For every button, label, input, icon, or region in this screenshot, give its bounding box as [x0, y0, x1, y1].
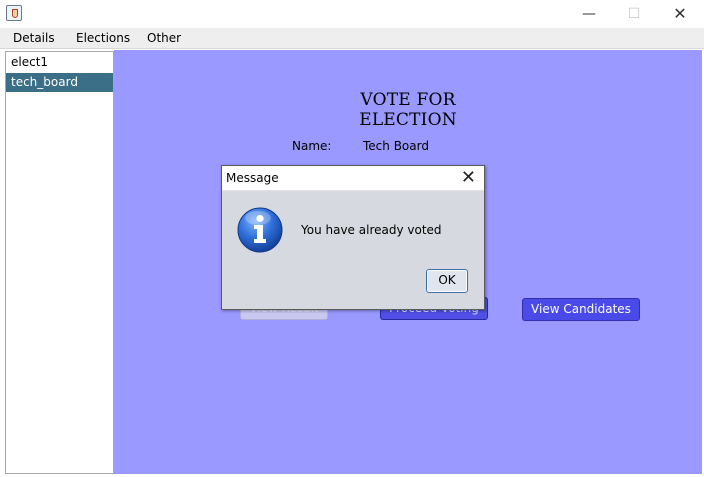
- dialog-title: Message: [226, 171, 279, 185]
- maximize-button[interactable]: ☐: [611, 0, 657, 28]
- name-value: Tech Board: [363, 139, 429, 153]
- menu-other[interactable]: Other: [147, 30, 181, 47]
- list-item-tech-board[interactable]: tech_board: [6, 73, 113, 92]
- dialog-close-icon[interactable]: ✕: [461, 167, 476, 189]
- dialog-titlebar: Message ✕: [222, 166, 484, 191]
- message-dialog: Message ✕ You have already voted OK: [221, 165, 485, 310]
- menu-bar: Details Elections Other: [0, 28, 704, 49]
- dialog-message: You have already voted: [301, 223, 442, 237]
- elections-list[interactable]: elect1 tech_board: [5, 51, 114, 474]
- close-window-button[interactable]: ✕: [657, 0, 703, 28]
- view-candidates-button[interactable]: View Candidates: [522, 298, 640, 321]
- list-item-elect1[interactable]: elect1: [6, 53, 113, 72]
- page-title: VOTE FOR ELECTION: [359, 90, 457, 130]
- ok-button[interactable]: OK: [426, 269, 468, 293]
- name-label: Name:: [292, 139, 332, 153]
- info-icon: [237, 207, 283, 253]
- menu-elections[interactable]: Elections: [76, 30, 130, 47]
- menu-details[interactable]: Details: [13, 30, 55, 47]
- window-titlebar: — ☐ ✕: [0, 0, 704, 28]
- minimize-button[interactable]: —: [566, 0, 612, 28]
- java-cup-icon: [6, 5, 22, 21]
